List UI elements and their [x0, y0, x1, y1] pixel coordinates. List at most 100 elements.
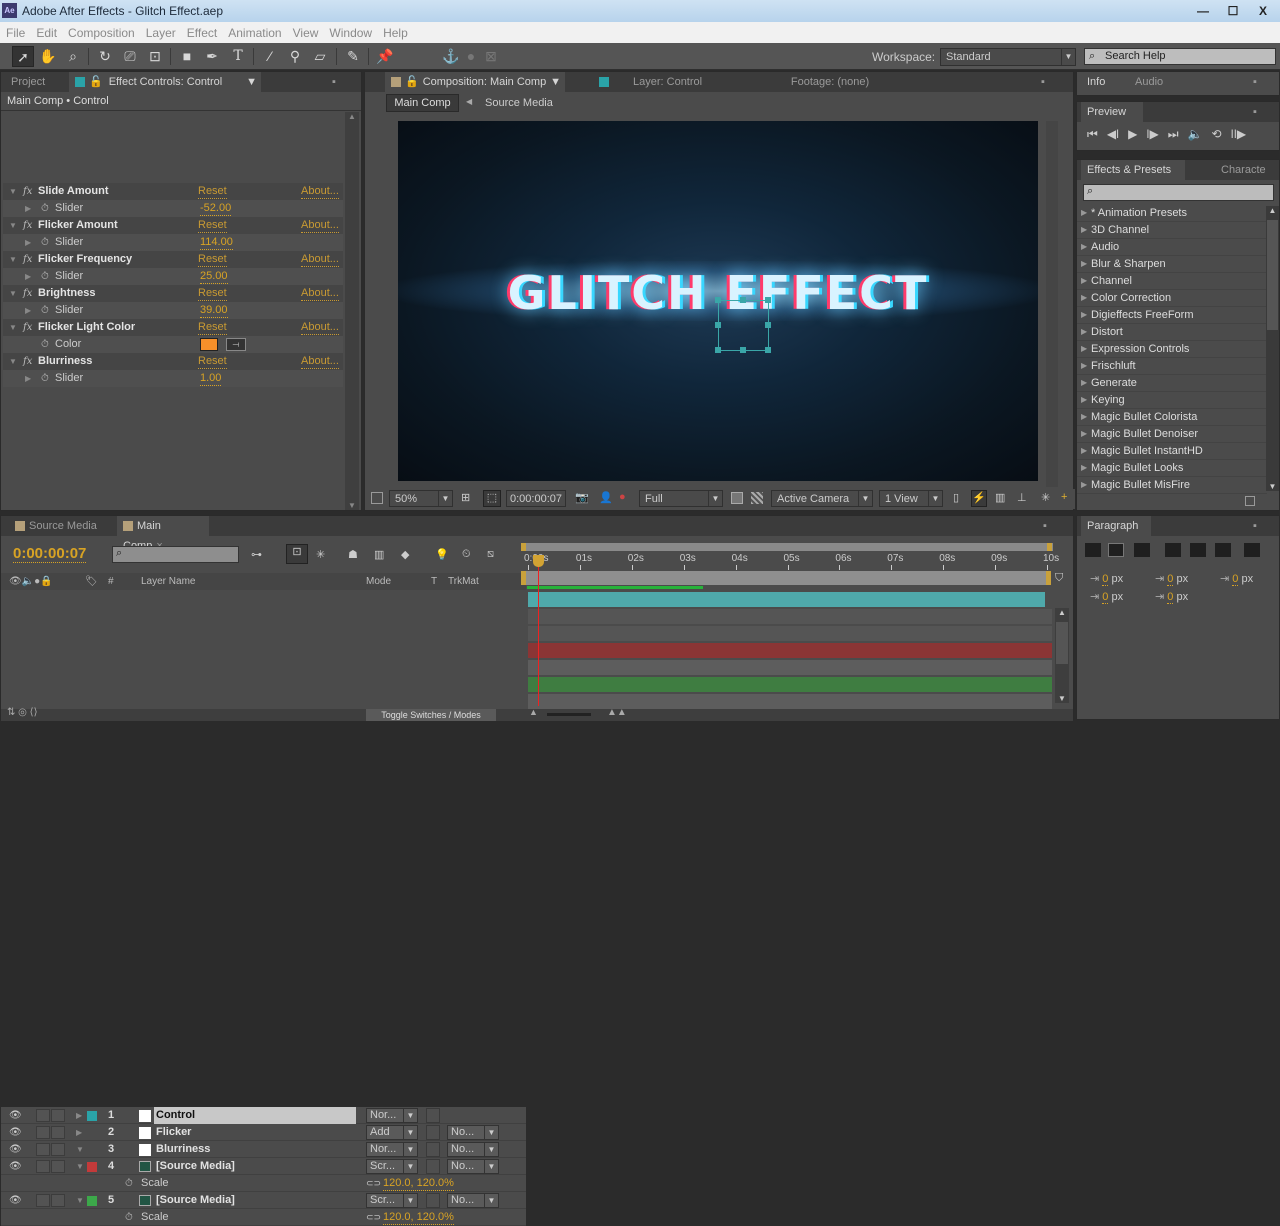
effect-category[interactable]: ▶ Audio: [1077, 239, 1267, 256]
view-layout-dropdown[interactable]: 1 View ▼: [879, 490, 943, 507]
property-value[interactable]: 120.0, 120.0%: [383, 1211, 454, 1225]
stopwatch-icon[interactable]: ⏱: [125, 1209, 133, 1226]
timeline-scrollbar[interactable]: ▲ ▼: [1055, 608, 1069, 703]
layer-search-input[interactable]: ⌕: [112, 546, 239, 563]
mask-visibility-icon[interactable]: ⬚: [483, 490, 501, 507]
frame-blending-icon[interactable]: ▥: [374, 548, 384, 561]
about-link[interactable]: About...: [301, 355, 339, 369]
tab-info[interactable]: Info: [1081, 72, 1125, 92]
pan-behind-tool-icon[interactable]: ⊡: [144, 46, 166, 67]
scroll-up-icon[interactable]: ▲: [1266, 206, 1279, 215]
scroll-down-icon[interactable]: ▼: [1266, 482, 1279, 491]
loop-icon[interactable]: ⟲: [1212, 127, 1222, 145]
layer-row[interactable]: 👁 ▼ 5 [Source Media] Scr... ▼ No... ▼: [1, 1192, 526, 1209]
expand-triangle-icon[interactable]: ▶: [25, 200, 31, 217]
auto-keyframe-icon[interactable]: ⏲: [462, 548, 471, 561]
reset-link[interactable]: Reset: [198, 219, 227, 233]
snapshot-icon[interactable]: 📷: [575, 491, 589, 504]
roto-brush-tool-icon[interactable]: ✎: [342, 46, 364, 67]
navigator-end-handle[interactable]: [1047, 543, 1052, 551]
effect-header[interactable]: ▼ fx Flicker Light Color Reset About...: [3, 319, 343, 336]
constrain-proportions-icon[interactable]: ⊂⊃: [366, 1209, 381, 1226]
blend-mode-dropdown[interactable]: Nor... ▼: [366, 1108, 418, 1123]
menu-composition[interactable]: Composition: [68, 26, 135, 40]
pen-tool-icon[interactable]: ✒: [201, 46, 223, 67]
paragraph-value[interactable]: 0: [1232, 573, 1239, 586]
puppet-starch-tool-icon[interactable]: ⚓: [440, 46, 462, 67]
paragraph-value[interactable]: 0: [1167, 591, 1174, 604]
panel-menu-icon[interactable]: ▪: [1247, 516, 1267, 536]
brush-tool-icon[interactable]: ⁄: [259, 46, 281, 67]
blend-mode-dropdown[interactable]: Nor... ▼: [366, 1142, 418, 1157]
eraser-tool-icon[interactable]: ▱: [309, 46, 331, 67]
expand-triangle-icon[interactable]: ▶: [1081, 205, 1087, 221]
effect-category[interactable]: ▶ Frischluft: [1077, 358, 1267, 375]
last-frame-icon[interactable]: ⏭: [1168, 127, 1179, 145]
close-button[interactable]: X: [1250, 3, 1276, 19]
safe-zones-icon[interactable]: ⊞: [461, 491, 470, 504]
tab-footage[interactable]: Footage: (none): [765, 72, 895, 92]
expand-triangle-icon[interactable]: ▶: [1081, 392, 1087, 408]
shy-layers-icon[interactable]: ☗: [348, 548, 358, 561]
menu-help[interactable]: Help: [383, 26, 408, 40]
stopwatch-icon[interactable]: ⏱: [125, 1175, 133, 1192]
layer-duration-bar[interactable]: [528, 592, 1045, 607]
layer-name[interactable]: [Source Media]: [156, 1192, 235, 1209]
layer-row[interactable]: 👁 ▼ 3 Blurriness Nor... ▼ No... ▼: [1, 1141, 526, 1158]
effect-category[interactable]: ▶ Magic Bullet Looks: [1077, 460, 1267, 477]
label-color[interactable]: [87, 1145, 97, 1155]
resolution-dropdown[interactable]: Full ▼: [639, 490, 723, 507]
puppet-overlap-tool-icon[interactable]: ●: [460, 46, 482, 67]
menu-layer[interactable]: Layer: [146, 26, 176, 40]
new-folder-icon[interactable]: [1245, 496, 1255, 506]
layer-duration-bar[interactable]: [528, 677, 1052, 692]
preserve-transparency-toggle[interactable]: [426, 1159, 440, 1174]
zoom-slider[interactable]: [547, 713, 591, 716]
expand-triangle-icon[interactable]: ▼: [9, 251, 17, 268]
work-area-bar[interactable]: [523, 571, 1051, 585]
lock-switch[interactable]: [51, 1194, 65, 1207]
expand-triangle-icon[interactable]: ▶: [1081, 477, 1087, 493]
comp-marker-bin-icon[interactable]: ⛉: [1055, 572, 1069, 586]
camera-tool-icon[interactable]: ⎚: [119, 46, 141, 67]
transform-handle[interactable]: [715, 297, 721, 303]
menu-window[interactable]: Window: [329, 26, 372, 40]
slider-value[interactable]: 114.00: [200, 236, 233, 250]
slider-value[interactable]: 1.00: [200, 372, 222, 386]
layer-switches-icon[interactable]: ⇅ ◎ ⟨⟩: [7, 707, 37, 718]
breadcrumb-source-media[interactable]: Source Media: [485, 97, 553, 109]
camera-dropdown[interactable]: Active Camera ▼: [771, 490, 873, 507]
eye-icon[interactable]: 👁: [9, 1158, 22, 1175]
reset-exposure-icon[interactable]: ✳: [1041, 491, 1050, 504]
effect-header[interactable]: ▼ fx Brightness Reset About...: [3, 285, 343, 302]
scroll-down-icon[interactable]: ▼: [1055, 694, 1069, 703]
puppet-pin-tool-icon[interactable]: 📌: [374, 46, 396, 67]
align-right-icon[interactable]: [1134, 543, 1150, 557]
effect-category[interactable]: ▶ Color Correction: [1077, 290, 1267, 307]
tab-source-media[interactable]: Source Media: [9, 516, 109, 536]
blend-mode-dropdown[interactable]: Scr... ▼: [366, 1193, 418, 1208]
menu-file[interactable]: File: [6, 26, 25, 40]
time-navigator[interactable]: [523, 543, 1053, 551]
effect-category[interactable]: ▶ Magic Bullet MisFire: [1077, 477, 1267, 494]
expand-triangle-icon[interactable]: ▼: [9, 319, 17, 336]
track-matte-dropdown[interactable]: No... ▼: [447, 1159, 499, 1174]
transform-handle[interactable]: [765, 297, 771, 303]
next-frame-icon[interactable]: ǀ▶: [1146, 127, 1158, 145]
timeline-icon[interactable]: ▥: [995, 491, 1005, 504]
effect-category[interactable]: ▶ Expression Controls: [1077, 341, 1267, 358]
workspace-dropdown[interactable]: Standard ▼: [940, 48, 1076, 66]
fx-icon[interactable]: fx: [23, 285, 32, 302]
tab-audio[interactable]: Audio: [1129, 72, 1189, 92]
slider-value[interactable]: 39.00: [200, 304, 228, 318]
rotation-tool-icon[interactable]: ↻: [94, 46, 116, 67]
ram-preview-icon[interactable]: ǀǀ▶: [1231, 127, 1246, 145]
play-icon[interactable]: ▶: [1128, 127, 1137, 145]
menu-view[interactable]: View: [293, 26, 319, 40]
draft-3d-icon[interactable]: ✳: [316, 548, 325, 561]
flowchart-icon[interactable]: ⊥: [1017, 491, 1027, 504]
scroll-thumb[interactable]: [1056, 622, 1068, 664]
graph-editor-icon[interactable]: ⧅: [487, 548, 494, 561]
tab-layer[interactable]: Layer: Control: [593, 72, 743, 92]
chevron-down-icon[interactable]: ▼: [550, 72, 561, 92]
